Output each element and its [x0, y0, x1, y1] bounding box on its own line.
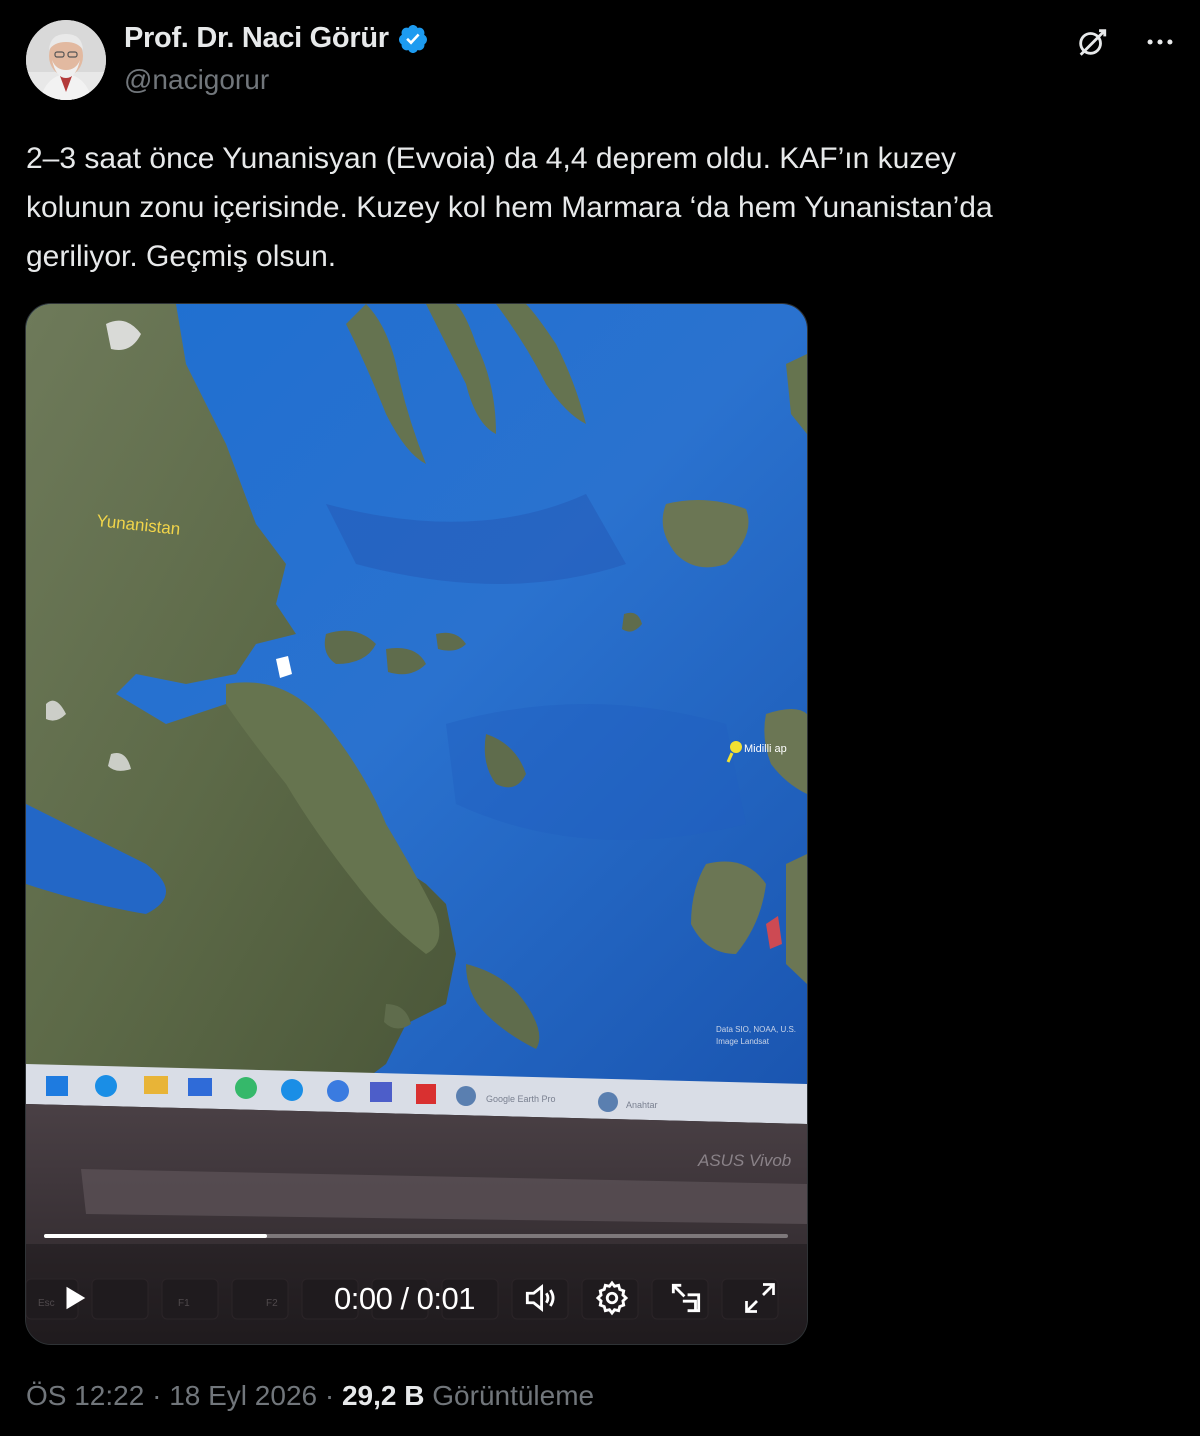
author-row: Prof. Dr. Naci Görür [124, 22, 429, 55]
tweet-text: 2–3 saat önce Yunanisyan (Evvoia) da 4,4… [26, 134, 1176, 281]
app-icon [370, 1082, 392, 1102]
grok-icon[interactable] [1074, 24, 1110, 60]
views-label: Görüntüleme [424, 1380, 595, 1411]
tweet-date[interactable]: 18 Eyl 2026 [169, 1380, 317, 1411]
app-icon [327, 1080, 349, 1102]
settings-icon [595, 1280, 629, 1316]
tweet-line: geriliyor. Geçmiş olsun. [26, 240, 337, 273]
play-button[interactable] [52, 1276, 96, 1320]
video-player[interactable]: Yunanistan Midilli ap Data SIO, NOAA, U.… [25, 303, 808, 1345]
whatsapp-icon [235, 1077, 257, 1099]
more-icon[interactable] [1142, 24, 1178, 60]
settings-button[interactable] [590, 1276, 634, 1320]
folder-icon [144, 1076, 168, 1094]
tweet-line: kolunun zonu içerisinde. Kuzey kol hem M… [26, 191, 993, 224]
top-actions [1074, 24, 1178, 60]
laptop-brand: ASUS Vivob [697, 1151, 791, 1170]
volume-icon [525, 1283, 555, 1313]
map-credit: Data SIO, NOAA, U.S. [716, 1025, 796, 1034]
separator: · [144, 1380, 170, 1411]
windows-start-icon [46, 1076, 68, 1096]
video-frame: Yunanistan Midilli ap Data SIO, NOAA, U.… [26, 304, 807, 1344]
tweet-time[interactable]: ÖS 12:22 [26, 1380, 144, 1411]
skype-icon [281, 1079, 303, 1101]
pushpin-icon [730, 741, 742, 753]
map-label-island: Midilli ap [744, 743, 787, 755]
dock-button[interactable] [664, 1276, 708, 1320]
volume-button[interactable] [518, 1276, 562, 1320]
tweet-line: 2–3 saat önce Yunanisyan (Evvoia) da 4,4… [26, 142, 957, 175]
author-handle[interactable]: @nacigorur [124, 64, 269, 96]
author-name[interactable]: Prof. Dr. Naci Görür [124, 22, 389, 55]
app-icon [416, 1084, 436, 1104]
avatar-image [26, 20, 106, 100]
google-earth-icon [456, 1086, 476, 1106]
settings-app-icon [598, 1092, 618, 1112]
mail-icon [188, 1078, 212, 1096]
video-progress-bar[interactable] [44, 1234, 788, 1238]
separator: · [317, 1380, 342, 1411]
verified-badge-icon [398, 24, 427, 53]
fullscreen-icon [745, 1283, 775, 1313]
tweet-meta: ÖS 12:22 · 18 Eyl 2026 · 29,2 B Görüntül… [26, 1380, 594, 1412]
map-credit: Image Landsat [716, 1037, 770, 1046]
dock-icon [671, 1283, 701, 1313]
taskbar-label: Anahtar [626, 1100, 658, 1110]
avatar[interactable] [26, 20, 106, 100]
fullscreen-button[interactable] [738, 1276, 782, 1320]
video-progress-fill [44, 1234, 268, 1238]
video-controls: 0:00 / 0:01 [26, 1264, 807, 1334]
view-count: 29,2 B [341, 1380, 425, 1411]
video-time: 0:00 / 0:01 [334, 1281, 476, 1316]
taskbar-label: Google Earth Pro [486, 1094, 556, 1104]
play-icon [66, 1286, 86, 1310]
edge-icon [95, 1075, 117, 1097]
